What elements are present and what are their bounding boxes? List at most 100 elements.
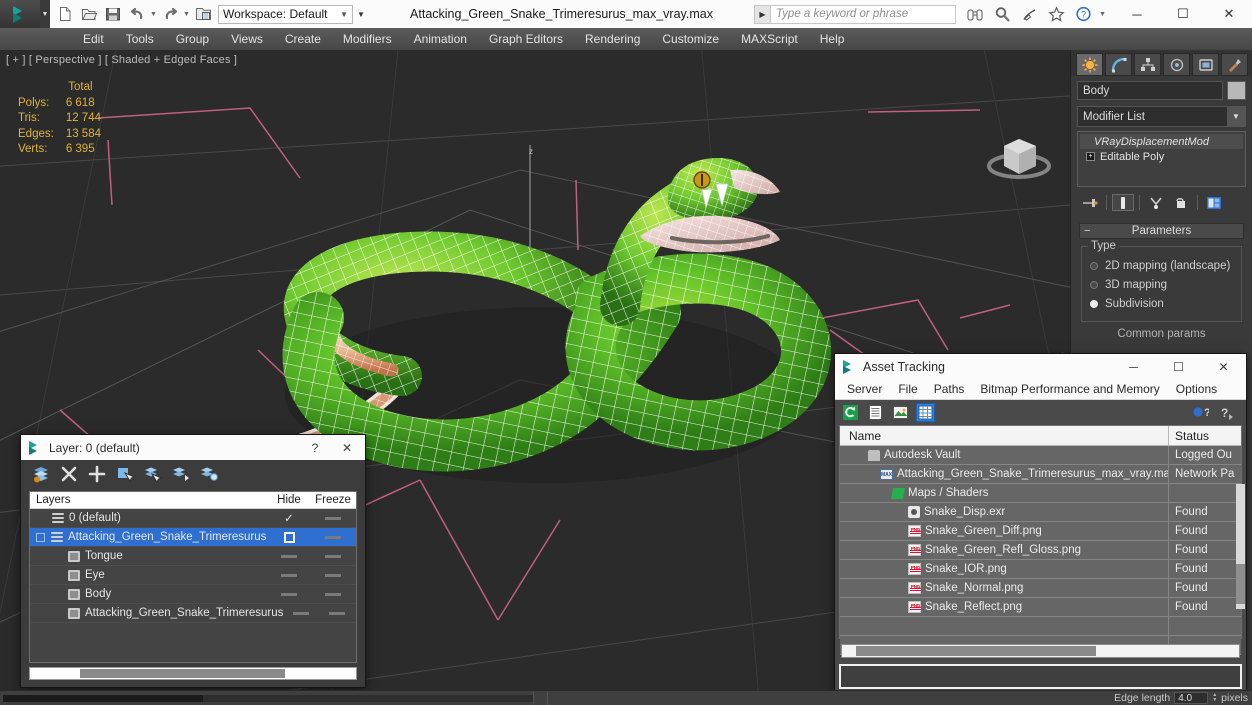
refresh-icon[interactable]	[841, 403, 860, 422]
workspace-dropdown-button[interactable]: ▼	[353, 5, 369, 24]
layer-dialog-help-button[interactable]: ?	[299, 435, 331, 460]
freeze-toggle[interactable]	[318, 611, 356, 615]
layer-row-body[interactable]: Body	[30, 585, 356, 604]
hide-toggle[interactable]	[268, 554, 310, 558]
add-selection-to-layer-icon[interactable]	[87, 464, 107, 484]
freeze-toggle[interactable]	[310, 592, 356, 596]
utilities-tab[interactable]	[1221, 53, 1248, 76]
edge-length-field[interactable]: 4.0	[1174, 692, 1209, 704]
modifier-list-dropdown[interactable]: Modifier List ▼	[1077, 106, 1246, 127]
layer-dialog-close-button[interactable]: ✕	[331, 435, 363, 460]
asset-row-maps-shaders[interactable]: Maps / Shaders	[840, 483, 1241, 503]
parameters-rollout-header[interactable]: − Parameters	[1079, 223, 1244, 239]
timeline-scrollbar[interactable]	[3, 694, 533, 702]
close-button[interactable]: ✕	[1206, 0, 1252, 28]
asset-menu-paths[interactable]: Paths	[926, 379, 973, 400]
favorites-star-icon[interactable]	[1045, 3, 1067, 25]
modify-tab[interactable]	[1105, 53, 1132, 76]
app-menu-button[interactable]	[0, 0, 40, 28]
asset-tracking-minimize-button[interactable]: ─	[1111, 354, 1156, 379]
object-color-swatch[interactable]	[1227, 81, 1246, 100]
asset-tracking-dialog[interactable]: Asset Tracking ─ ☐ ✕ Server File Paths B…	[834, 353, 1247, 692]
asset-row-snake-green-diff-png[interactable]: Snake_Green_Diff.png Found	[840, 521, 1241, 541]
display-tab[interactable]	[1192, 53, 1219, 76]
radio-3d-mapping[interactable]: 3D mapping	[1090, 275, 1233, 294]
search-expand-icon[interactable]: ▶	[754, 4, 771, 24]
motion-tab[interactable]	[1163, 53, 1190, 76]
asset-row-snake-reflect-png[interactable]: Snake_Reflect.png Found	[840, 597, 1241, 617]
hide-toggle[interactable]	[268, 531, 310, 543]
common-params-rollout-header[interactable]: Common params	[1079, 328, 1244, 340]
hide-toggle[interactable]	[283, 611, 318, 615]
grid-view-icon[interactable]	[916, 403, 935, 422]
help-dropdown-icon[interactable]: ▼	[1099, 3, 1106, 25]
create-tab[interactable]	[1076, 53, 1103, 76]
menu-edit[interactable]: Edit	[72, 28, 115, 50]
freeze-toggle[interactable]	[310, 535, 356, 539]
freeze-toggle[interactable]	[310, 573, 356, 577]
context-help-icon[interactable]: ?	[1217, 403, 1236, 422]
asset-tracking-maximize-button[interactable]: ☐	[1156, 354, 1201, 379]
hierarchy-tab[interactable]	[1134, 53, 1161, 76]
scrollbar-thumb[interactable]	[856, 646, 1096, 656]
help-icon[interactable]: ?	[1072, 3, 1094, 25]
search-magnifier-icon[interactable]	[991, 3, 1013, 25]
redo-icon[interactable]	[159, 3, 181, 25]
subscription-center-icon[interactable]	[1018, 3, 1040, 25]
asset-row-max-file[interactable]: MAX Attacking_Green_Snake_Trimeresurus_m…	[840, 464, 1241, 484]
layer-list[interactable]: Layers Hide Freeze 0 (default) ✓ Attacki…	[29, 491, 357, 663]
layer-properties-icon[interactable]	[199, 464, 219, 484]
asset-menu-file[interactable]: File	[890, 379, 925, 400]
menu-animation[interactable]: Animation	[403, 28, 478, 50]
asset-row-snake-normal-png[interactable]: Snake_Normal.png Found	[840, 578, 1241, 598]
show-end-result-icon[interactable]	[1112, 194, 1134, 211]
set-project-folder-icon[interactable]	[192, 3, 214, 25]
menu-tools[interactable]: Tools	[115, 28, 165, 50]
layer-row-tongue[interactable]: Tongue	[30, 547, 356, 566]
asset-list[interactable]: Name Status Autodesk Vault Logged Ou MAX…	[839, 425, 1242, 655]
menu-modifiers[interactable]: Modifiers	[332, 28, 403, 50]
new-file-icon[interactable]	[54, 3, 76, 25]
delete-layer-icon[interactable]	[59, 464, 79, 484]
menu-help[interactable]: Help	[809, 28, 856, 50]
menu-rendering[interactable]: Rendering	[574, 28, 651, 50]
bitmap-view-icon[interactable]	[891, 403, 910, 422]
remove-modifier-icon[interactable]	[1170, 194, 1192, 211]
layer-list-horizontal-scrollbar[interactable]	[29, 667, 357, 680]
menu-views[interactable]: Views	[220, 28, 274, 50]
object-name-field[interactable]: Body	[1077, 81, 1223, 100]
menu-customize[interactable]: Customize	[651, 28, 730, 50]
freeze-toggle[interactable]	[310, 516, 356, 520]
scrollbar-thumb[interactable]	[1236, 564, 1245, 604]
asset-menu-options[interactable]: Options	[1168, 379, 1225, 400]
layer-row-default[interactable]: 0 (default) ✓	[30, 509, 356, 528]
stack-item-editable-poly[interactable]: + Editable Poly	[1080, 149, 1243, 164]
asset-row-snake-disp-exr[interactable]: Snake_Disp.exr Found	[840, 502, 1241, 522]
menu-create[interactable]: Create	[274, 28, 332, 50]
maximize-button[interactable]: ☐	[1160, 0, 1206, 28]
search-input[interactable]: Type a keyword or phrase	[771, 4, 956, 24]
hide-toggle[interactable]	[268, 573, 310, 577]
menu-group[interactable]: Group	[165, 28, 220, 50]
open-file-icon[interactable]	[78, 3, 100, 25]
undo-icon[interactable]	[126, 3, 148, 25]
edge-length-spinner[interactable]: ▲ ▼	[1212, 693, 1217, 703]
asset-row-autodesk-vault[interactable]: Autodesk Vault Logged Ou	[840, 445, 1241, 465]
current-layer-check-icon[interactable]: ✓	[268, 511, 310, 525]
menu-maxscript[interactable]: MAXScript	[730, 28, 809, 50]
asset-list-horizontal-scrollbar[interactable]	[841, 644, 1240, 658]
asset-tracking-close-button[interactable]: ✕	[1201, 354, 1246, 379]
minimize-button[interactable]: ─	[1114, 0, 1160, 28]
select-highlighted-objects-icon[interactable]	[143, 464, 163, 484]
binoculars-icon[interactable]	[964, 3, 986, 25]
asset-row-snake-green-refl-gloss-png[interactable]: Snake_Green_Refl_Gloss.png Found	[840, 540, 1241, 560]
asset-list-vertical-scrollbar[interactable]	[1236, 484, 1245, 609]
expand-collapse-icon[interactable]	[36, 532, 45, 542]
layer-row-attacking-green-snake[interactable]: Attacking_Green_Snake_Trimeresurus	[30, 528, 356, 547]
modifier-stack[interactable]: VRayDisplacementMod + Editable Poly	[1077, 131, 1246, 187]
stack-item-vraydisplacementmod[interactable]: VRayDisplacementMod	[1080, 134, 1243, 149]
save-file-icon[interactable]	[102, 3, 124, 25]
hide-toggle[interactable]	[268, 592, 310, 596]
layer-row-eye[interactable]: Eye	[30, 566, 356, 585]
configure-modifier-sets-icon[interactable]	[1203, 194, 1225, 211]
